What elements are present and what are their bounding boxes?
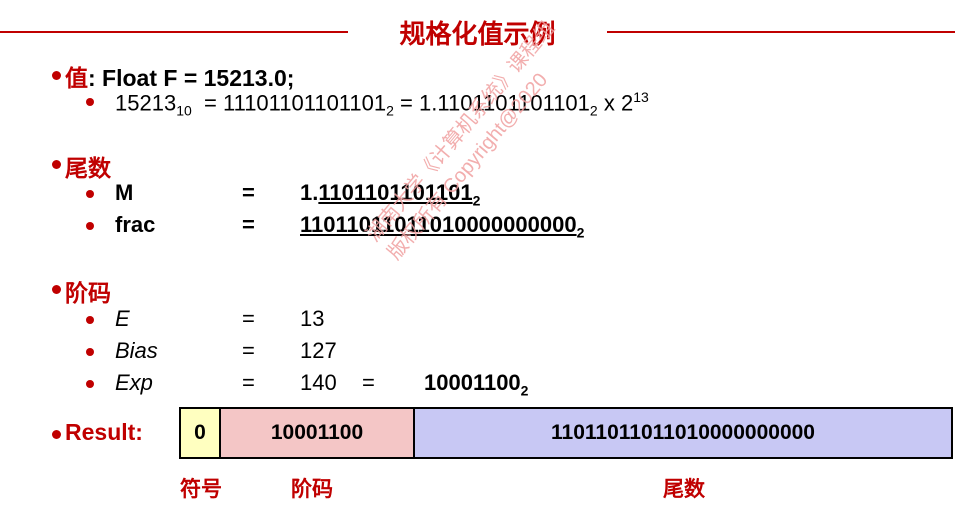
mantissa-heading: 尾数 — [65, 155, 111, 181]
exponent-label: 阶码 — [291, 478, 333, 501]
equals-sign: = — [204, 90, 217, 116]
bullet-icon — [86, 348, 94, 356]
result-heading: Result: — [65, 419, 143, 445]
exponent-heading: 阶码 — [65, 280, 111, 306]
bullet-icon — [86, 316, 94, 324]
bullet-icon — [52, 430, 61, 439]
sign-bit-box: 0 — [179, 407, 221, 459]
exp-binary-base: 2 — [520, 382, 529, 399]
decimal-value: 15213 — [115, 90, 177, 116]
m-base: 2 — [472, 192, 481, 209]
m-prefix: 1. — [300, 180, 319, 205]
exp-value: 140 — [300, 370, 337, 395]
frac-label: frac — [115, 212, 156, 237]
bullet-icon — [86, 98, 94, 106]
e-value: 13 — [300, 306, 325, 331]
frac-base: 2 — [576, 224, 585, 241]
binary-value: 11101101101101 — [222, 90, 387, 116]
exp-binary-bits: 10001100 — [424, 370, 521, 395]
m-equals: = — [242, 180, 255, 205]
fraction-label: 尾数 — [663, 478, 705, 501]
value-heading: 值: Float F = 15213.0; — [65, 59, 294, 93]
title-rule-right — [607, 31, 955, 33]
bullet-icon — [86, 222, 94, 230]
exp-equals-2: = — [362, 370, 375, 395]
value-heading-rest: : Float F = 15213.0; — [88, 65, 295, 91]
exp-equals: = — [242, 370, 255, 395]
bias-equals: = — [242, 338, 255, 363]
e-label: E — [115, 306, 130, 331]
frac-equals: = — [242, 212, 255, 237]
normalized-base: 2 — [589, 102, 598, 119]
fraction-bits-box: 11011011011010000000000 — [413, 407, 953, 459]
binary-base: 2 — [386, 102, 394, 119]
bullet-icon — [86, 190, 94, 198]
value-heading-prefix: 值 — [65, 65, 88, 91]
times-two: x 2 — [603, 90, 634, 116]
bullet-icon — [52, 71, 61, 80]
m-label: M — [115, 180, 134, 205]
exp-label: Exp — [115, 370, 153, 395]
bullet-icon — [52, 160, 61, 169]
bullet-icon — [86, 380, 94, 388]
equals-sign: = — [400, 90, 413, 116]
power-exponent: 13 — [633, 89, 649, 105]
sign-label: 符号 — [180, 478, 222, 501]
exponent-bits-box: 10001100 — [219, 407, 415, 459]
value-conversion-line: 1521310 = 111011011011012 = 1.1101101101… — [115, 89, 649, 119]
bias-value: 127 — [300, 338, 337, 363]
exp-binary: 100011002 — [424, 370, 528, 398]
bullet-icon — [52, 285, 61, 294]
bias-label: Bias — [115, 338, 158, 363]
e-equals: = — [242, 306, 255, 331]
decimal-base: 10 — [176, 102, 192, 119]
